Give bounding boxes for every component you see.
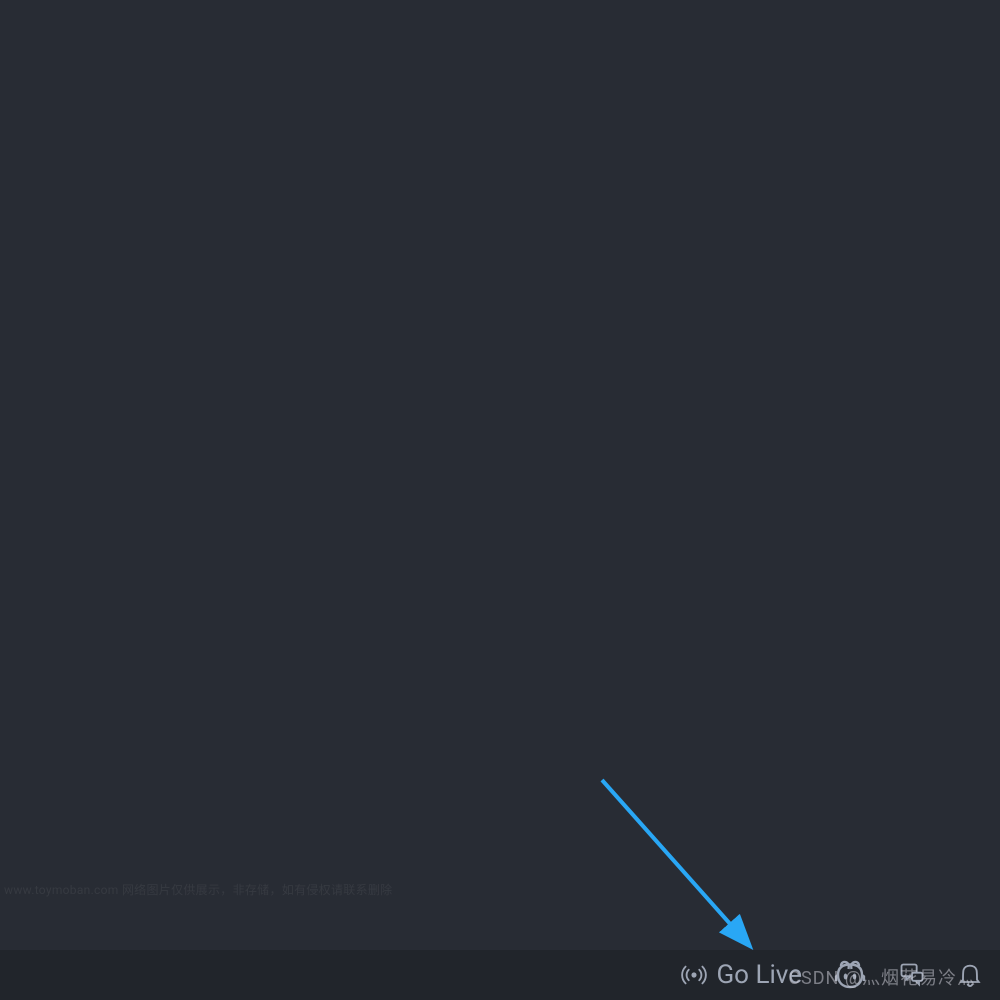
copilot-icon	[832, 957, 868, 993]
bell-icon	[956, 961, 984, 989]
feedback-button[interactable]	[892, 957, 932, 993]
copilot-button[interactable]	[826, 953, 874, 997]
notifications-button[interactable]	[950, 957, 990, 993]
broadcast-icon	[680, 961, 708, 989]
go-live-button[interactable]: Go Live	[674, 956, 808, 994]
go-live-label: Go Live	[716, 960, 802, 990]
feedback-icon	[898, 961, 926, 989]
watermark-site-text: www.toymoban.com 网络图片仅供展示，非存储，如有侵权请联系删除	[4, 881, 392, 898]
editor-area: www.toymoban.com 网络图片仅供展示，非存储，如有侵权请联系删除	[0, 0, 1000, 950]
status-bar: Go Live	[0, 950, 1000, 1000]
